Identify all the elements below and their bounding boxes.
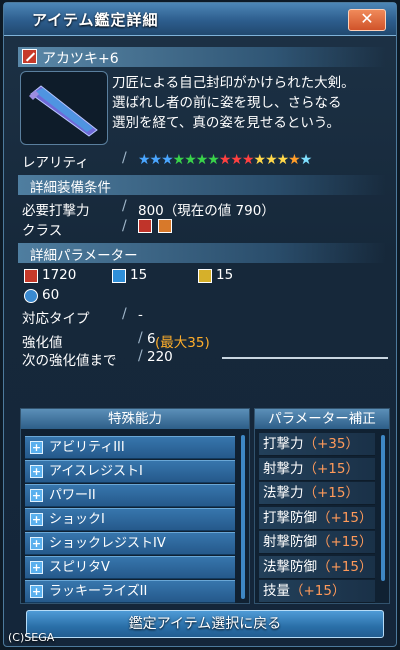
strike-attack-value: 1720: [42, 267, 77, 283]
item-name-bar: アカツキ+6: [18, 47, 386, 67]
window-title: アイテム鑑定詳細: [32, 11, 159, 29]
abilities-panel: 特殊能力 + アビリティIII + アイスレジストI + パワーII + ショックI + ショック…: [20, 408, 250, 604]
ability-item[interactable]: + アビリティIII: [25, 436, 235, 459]
param-bonus-row: 打撃力 （+35）: [259, 433, 375, 456]
title-bar: アイテム鑑定詳細 ✕: [4, 3, 396, 36]
ability-label: ラッキーライズII: [49, 584, 148, 599]
next-grind-label: 次の強化値まで: [22, 353, 117, 369]
item-appraisal-window: アイテム鑑定詳細 ✕ アカツキ+6 刀匠による自己封印がかけられた大剣。 選ばれ…: [3, 2, 397, 647]
ability-item[interactable]: + ラッキーライズII: [25, 580, 235, 603]
expand-plus-icon[interactable]: +: [30, 489, 43, 502]
param-bonus-value: （+35）: [303, 436, 360, 452]
param-bonus-name: 法撃防御: [263, 558, 317, 575]
item-image: [20, 71, 108, 145]
required-attack-value: 800（現在の値 790）: [138, 203, 275, 219]
ability-label: アイスレジストI: [49, 464, 143, 479]
param-bonus-value: （+15）: [317, 509, 373, 526]
fighter-class-icon: [158, 219, 172, 233]
param-bonus-value: （+15）: [290, 583, 346, 599]
strike-attack-icon: [24, 269, 38, 283]
grind-max: (最大35): [155, 335, 210, 351]
abilities-header: 特殊能力: [21, 409, 249, 429]
dexterity-icon: [24, 289, 38, 303]
tech-attack-value: 15: [216, 267, 234, 283]
param-bonus-row: 打撃防御 （+15）: [259, 506, 375, 530]
description-line: 選別を経て、真の姿を見せるという。: [112, 115, 341, 131]
type-value: -: [138, 307, 143, 323]
abilities-scrollbar[interactable]: [241, 435, 245, 599]
param-bonus-row: 射撃防御 （+15）: [259, 531, 375, 554]
param-bonus-value: （+15）: [317, 534, 373, 550]
expand-plus-icon[interactable]: +: [30, 513, 43, 526]
close-button[interactable]: ✕: [348, 9, 386, 31]
expand-plus-icon[interactable]: +: [30, 585, 43, 598]
param-bonus-value: （+15）: [317, 558, 373, 575]
expand-plus-icon[interactable]: +: [30, 441, 43, 454]
copyright: (C)SEGA: [8, 631, 55, 644]
rarity-label: レアリティ: [22, 155, 89, 171]
separator: /: [122, 150, 127, 166]
separator: /: [138, 330, 143, 346]
param-bonus-row: 法撃力 （+15）: [259, 482, 375, 505]
class-label: クラス: [22, 223, 63, 239]
param-bonus-name: 法撃力: [263, 485, 304, 501]
ability-label: ショックレジストIV: [49, 536, 166, 551]
requirements-header: 詳細装備条件: [18, 175, 386, 196]
param-bonus-name: 射撃力: [263, 460, 304, 477]
ability-item[interactable]: + パワーII: [25, 484, 235, 507]
separator: /: [138, 348, 143, 364]
expand-plus-icon[interactable]: +: [30, 537, 43, 550]
param-bonus-value: （+15）: [303, 485, 360, 501]
sword-image-icon: [29, 85, 98, 137]
separator: /: [122, 218, 127, 234]
param-bonus-scrollbar[interactable]: [381, 435, 385, 581]
dexterity-value: 60: [42, 287, 60, 303]
param-bonus-header: パラメーター補正: [255, 409, 389, 429]
next-grind-progress-bar: [222, 357, 388, 359]
item-name: アカツキ+6: [42, 51, 119, 67]
ability-label: パワーII: [49, 488, 96, 503]
ranged-attack-value: 15: [130, 267, 148, 283]
ability-item[interactable]: + ショックレジストIV: [25, 532, 235, 555]
separator: /: [122, 306, 127, 322]
param-bonus-name: 射撃防御: [263, 534, 317, 550]
hunter-class-icon: [138, 219, 152, 233]
rarity-stars: ★★★★★★★★★★★★★★★: [138, 152, 312, 168]
back-to-selection-button[interactable]: 鑑定アイテム選択に戻る: [26, 610, 384, 638]
ability-item[interactable]: + アイスレジストI: [25, 460, 235, 483]
param-bonus-panel: パラメーター補正 打撃力 （+35） 射撃力 （+15） 法撃力 （+15） 打撃防御 （+1…: [254, 408, 390, 604]
param-bonus-name: 打撃防御: [263, 509, 317, 526]
ability-label: アビリティIII: [49, 440, 125, 455]
param-bonus-name: 打撃力: [263, 436, 304, 452]
param-bonus-row: 法撃防御 （+15）: [259, 555, 375, 579]
ability-item[interactable]: + ショックI: [25, 508, 235, 531]
grind-label: 強化値: [22, 335, 63, 351]
param-bonus-value: （+15）: [303, 460, 360, 477]
description-line: 選ばれし者の前に姿を現し、さらなる: [112, 95, 342, 111]
ability-label: ショックI: [49, 512, 105, 527]
param-bonus-row: 技量 （+15）: [259, 580, 375, 603]
item-description: 刀匠による自己封印がかけられた大剣。 選ばれし者の前に姿を現し、さらなる 選別を…: [112, 73, 392, 133]
param-bonus-row: 射撃力 （+15）: [259, 457, 375, 481]
ranged-attack-icon: [112, 269, 126, 283]
next-grind-value: 220: [147, 349, 173, 365]
expand-plus-icon[interactable]: +: [30, 465, 43, 478]
parameters-header: 詳細パラメーター: [18, 243, 386, 264]
sword-icon: [22, 49, 37, 64]
param-bonus-name: 技量: [263, 583, 290, 599]
ability-item[interactable]: + スピリタV: [25, 556, 235, 579]
type-label: 対応タイプ: [22, 311, 90, 327]
separator: /: [122, 198, 127, 214]
required-attack-label: 必要打撃力: [22, 203, 90, 219]
tech-attack-icon: [198, 269, 212, 283]
expand-plus-icon[interactable]: +: [30, 561, 43, 574]
ability-label: スピリタV: [49, 560, 110, 575]
description-line: 刀匠による自己封印がかけられた大剣。: [112, 75, 355, 91]
